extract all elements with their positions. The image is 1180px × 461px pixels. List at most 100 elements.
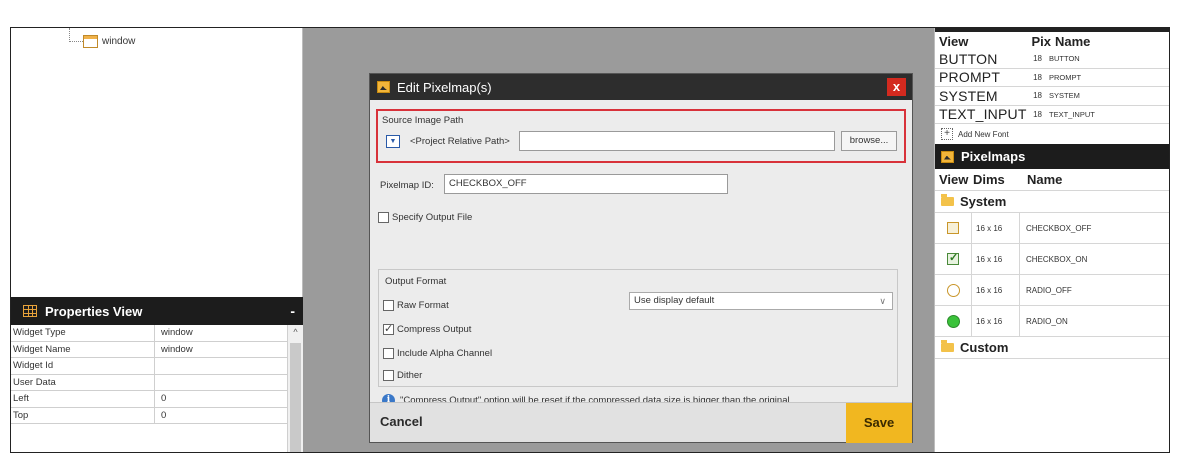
font-row[interactable]: TEXT_INPUT 18 TEXT_INPUT <box>935 106 1169 124</box>
scroll-up-arrow[interactable]: ^ <box>288 325 303 339</box>
property-value[interactable]: 0 <box>155 391 287 407</box>
save-button[interactable]: Save <box>846 403 912 443</box>
property-key: Top <box>11 407 155 423</box>
pixelmap-dims: 16 x 16 <box>971 243 1019 275</box>
font-row[interactable]: BUTTON 18 BUTTON <box>935 50 1169 69</box>
table-row: User Data <box>11 374 287 391</box>
dither-checkbox[interactable]: Dither <box>383 370 422 381</box>
property-value[interactable]: 0 <box>155 408 287 424</box>
table-row: Widget Type window <box>11 325 287 342</box>
edit-pixelmap-dialog: Edit Pixelmap(s) x Source Image Path ▼ <… <box>369 73 913 443</box>
font-pix: 18 <box>1033 54 1042 64</box>
checkbox-label: Specify Output File <box>392 212 473 223</box>
checkbox-box[interactable] <box>383 348 394 359</box>
include-alpha-checkbox[interactable]: Include Alpha Channel <box>383 348 492 359</box>
properties-view-header: Properties View - <box>11 297 303 325</box>
folder-custom[interactable]: Custom <box>935 337 1169 359</box>
properties-scrollbar[interactable]: ^ <box>287 325 303 452</box>
font-row[interactable]: SYSTEM 18 SYSTEM <box>935 87 1169 106</box>
property-value[interactable] <box>155 358 287 374</box>
folder-icon <box>941 194 954 206</box>
pixelmap-name: RADIO_OFF <box>1019 274 1072 306</box>
font-name: SYSTEM <box>1049 91 1080 101</box>
window-icon <box>83 34 98 48</box>
specify-output-checkbox[interactable]: Specify Output File <box>378 212 472 223</box>
format-select[interactable]: Use display default ∨ <box>629 292 893 310</box>
pixelmap-name: CHECKBOX_OFF <box>1019 212 1091 244</box>
pixelmaps-title: Pixelmaps <box>961 149 1026 164</box>
font-view: BUTTON <box>939 50 998 67</box>
folder-system[interactable]: System <box>935 191 1169 213</box>
resource-panel: View Pix Name BUTTON 18 BUTTON PROMPT 18… <box>934 28 1169 452</box>
font-row[interactable]: PROMPT 18 PROMPT <box>935 69 1169 87</box>
source-image-path-group: Source Image Path ▼ <Project Relative Pa… <box>376 109 906 163</box>
properties-view-title: Properties View <box>45 303 143 319</box>
add-new-font-button[interactable]: + Add New Font <box>935 124 1169 144</box>
font-pix: 18 <box>1033 91 1042 101</box>
tree-connector <box>69 28 70 42</box>
checkbox-on-icon <box>947 251 959 265</box>
browse-button[interactable]: browse... <box>841 131 897 151</box>
minimize-button[interactable]: - <box>290 303 295 319</box>
pixelmap-row[interactable]: 16 x 16 RADIO_OFF <box>935 274 1169 306</box>
checkbox-box[interactable] <box>383 300 394 311</box>
pixelmap-preview <box>935 283 971 297</box>
pixelmaps-header: Pixelmaps <box>935 144 1169 169</box>
pixelmap-row[interactable]: 16 x 16 CHECKBOX_ON <box>935 243 1169 275</box>
checkbox-box[interactable] <box>383 322 394 335</box>
checkbox-label: Compress Output <box>397 324 472 335</box>
font-view: PROMPT <box>939 69 1001 86</box>
raw-format-checkbox[interactable]: Raw Format <box>383 300 449 311</box>
col-dims: Dims <box>973 172 1005 187</box>
source-path-input[interactable] <box>519 131 835 151</box>
pixelmaps-column-header: View Dims Name <box>935 169 1169 191</box>
font-name: PROMPT <box>1049 72 1082 82</box>
scroll-thumb[interactable] <box>290 343 301 452</box>
pixelmap-dims: 16 x 16 <box>971 212 1019 244</box>
pixelmap-id-input[interactable]: CHECKBOX_OFF <box>444 174 728 194</box>
radio-on-icon <box>946 314 960 328</box>
checkbox-box[interactable] <box>383 370 394 381</box>
fonts-column-header: View Pix Name <box>935 32 1169 50</box>
col-name: Name <box>1055 33 1091 49</box>
grid-icon <box>23 305 37 317</box>
image-icon <box>377 81 390 93</box>
path-mode-label: <Project Relative Path> <box>410 136 510 147</box>
checkbox-label: Include Alpha Channel <box>397 348 493 359</box>
property-key: User Data <box>11 374 155 390</box>
pixelmap-preview <box>935 222 971 234</box>
folder-label: System <box>960 194 1007 209</box>
dialog-title: Edit Pixelmap(s) <box>397 79 492 95</box>
tree-item-window[interactable]: window <box>83 32 135 50</box>
pixelmap-row[interactable]: 16 x 16 CHECKBOX_OFF <box>935 212 1169 244</box>
font-pix: 18 <box>1033 109 1042 119</box>
col-name: Name <box>1027 172 1063 187</box>
table-row: Widget Id <box>11 358 287 375</box>
property-value[interactable] <box>155 375 287 391</box>
dialog-footer: Cancel Save <box>370 402 912 443</box>
folder-label: Custom <box>960 340 1009 355</box>
col-view: View <box>939 172 969 187</box>
property-value[interactable]: window <box>155 341 287 357</box>
compress-output-checkbox[interactable]: Compress Output <box>383 322 472 335</box>
pixelmap-dims: 16 x 16 <box>971 305 1019 337</box>
tree-connector-h <box>69 41 83 42</box>
output-format-group: Output Format Raw Format Use display def… <box>378 269 898 387</box>
property-key: Widget Name <box>11 341 155 357</box>
property-key: Widget Type <box>11 325 155 341</box>
path-mode-dropdown-button[interactable]: ▼ <box>386 135 400 148</box>
format-select-value: Use display default <box>634 295 715 306</box>
pixelmap-name: RADIO_ON <box>1019 305 1068 337</box>
add-new-font-label: Add New Font <box>958 129 1009 139</box>
properties-table: Widget Type window Widget Name window Wi… <box>11 325 287 424</box>
checkbox-box[interactable] <box>378 212 389 223</box>
font-name: TEXT_INPUT <box>1049 109 1095 119</box>
cancel-button[interactable]: Cancel <box>380 414 423 429</box>
property-value[interactable]: window <box>155 325 287 341</box>
screenshot-frame: window Properties View - Widget Type win… <box>0 0 1180 461</box>
close-button[interactable]: x <box>887 78 906 96</box>
pixelmap-row[interactable]: 16 x 16 RADIO_ON <box>935 305 1169 337</box>
checkbox-label: Dither <box>397 370 423 381</box>
output-format-label: Output Format <box>385 276 447 287</box>
table-row: Top 0 <box>11 407 287 424</box>
